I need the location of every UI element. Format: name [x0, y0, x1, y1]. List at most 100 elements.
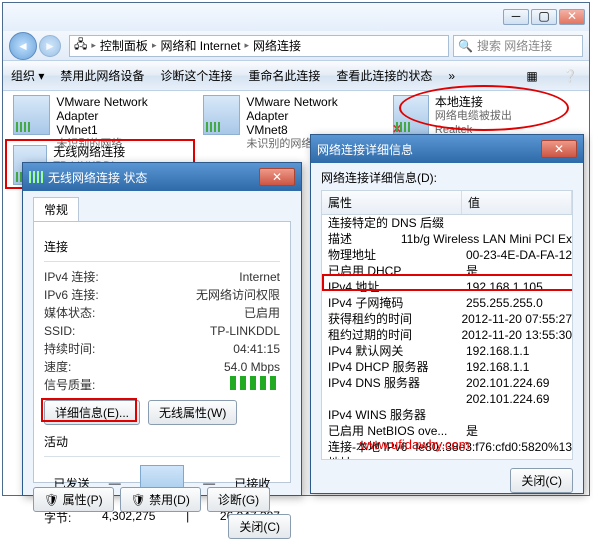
label: IPv6 连接:	[44, 286, 99, 304]
property-value	[462, 407, 572, 423]
more-button[interactable]: »	[448, 69, 455, 83]
adapter-sub: VMnet1	[56, 123, 183, 137]
search-placeholder: 搜索 网络连接	[477, 37, 552, 54]
tab-general[interactable]: 常规	[33, 197, 79, 221]
value: 无网络访问权限	[196, 286, 280, 304]
section-heading: 活动	[44, 433, 280, 450]
table-row[interactable]: 描述11b/g Wireless LAN Mini PCI Ex	[322, 231, 572, 247]
table-row[interactable]: IPv4 默认网关192.168.1.1	[322, 343, 572, 359]
value: 04:41:15	[233, 340, 280, 358]
property-value: 192.168.1.1	[462, 359, 572, 375]
nav-bar: ◄ ► 🖧 ▸ 控制面板 ▸ 网络和 Internet ▸ 网络连接 🔍 搜索 …	[3, 31, 589, 61]
table-row[interactable]: IPv4 DNS 服务器202.101.224.69	[322, 375, 572, 391]
annotation-highlight	[41, 398, 137, 422]
signal-icon	[29, 171, 43, 183]
help-icon[interactable]: ❔	[559, 65, 581, 87]
signal-bars-icon	[230, 376, 280, 390]
folder-icon: 🖧	[74, 35, 87, 56]
table-row[interactable]: 连接特定的 DNS 后缀	[322, 215, 572, 231]
property-key: 描述	[322, 231, 397, 247]
value: 54.0 Mbps	[224, 358, 280, 376]
breadcrumb-item[interactable]: 网络连接	[253, 37, 301, 54]
wireless-props-button[interactable]: 无线属性(W)	[148, 400, 237, 425]
property-key: 获得租约的时间	[322, 311, 457, 327]
table-row[interactable]: 物理地址00-23-4E-DA-FA-12	[322, 247, 572, 263]
label: 持续时间:	[44, 340, 95, 358]
view-icon[interactable]: ▦	[521, 65, 543, 87]
property-key: IPv4 DNS 服务器	[322, 375, 462, 391]
close-button[interactable]: ✕	[541, 140, 577, 158]
search-input[interactable]: 🔍 搜索 网络连接	[453, 35, 583, 57]
maximize-button[interactable]: ▢	[531, 9, 557, 25]
property-key: IPv4 默认网关	[322, 343, 462, 359]
value: 已启用	[244, 304, 280, 322]
annotation-highlight	[322, 274, 573, 291]
property-value	[462, 215, 572, 231]
dialog-title: 无线网络连接 状态	[48, 169, 147, 186]
section-heading: 连接	[44, 238, 280, 255]
chevron-right-icon: ▸	[152, 40, 157, 51]
property-key: 连接特定的 DNS 后缀	[322, 215, 462, 231]
adapter-name: VMware Network Adapter	[56, 95, 183, 123]
close-button[interactable]: ✕	[259, 168, 295, 186]
dialog-title: 网络连接详细信息	[317, 141, 413, 158]
forward-button[interactable]: ►	[39, 35, 61, 57]
table-row[interactable]: 租约过期的时间2012-11-20 13:55:30	[322, 327, 572, 343]
table-row[interactable]: IPv4 子网掩码255.255.255.0	[322, 295, 572, 311]
search-icon: 🔍	[458, 39, 473, 53]
chevron-right-icon: ▸	[91, 40, 96, 51]
property-key: IPv4 DHCP 服务器	[322, 359, 462, 375]
value: TP-LINKDDL	[210, 322, 280, 340]
rename-button[interactable]: 重命名此连接	[248, 67, 320, 84]
annotation-highlight	[399, 85, 569, 131]
property-key: IPv4 子网掩码	[322, 295, 462, 311]
dialog-titlebar: 网络连接详细信息 ✕	[311, 135, 583, 163]
minimize-button[interactable]: ─	[503, 9, 529, 25]
table-row[interactable]: IPv4 DHCP 服务器192.168.1.1	[322, 359, 572, 375]
value: Internet	[239, 268, 280, 286]
property-key	[322, 391, 462, 407]
label: 媒体状态:	[44, 304, 95, 322]
property-value: 202.101.224.69	[462, 375, 572, 391]
property-value: 是	[462, 423, 572, 439]
column-header[interactable]: 值	[462, 191, 572, 214]
adapter-name: VMware Network Adapter	[246, 95, 373, 123]
property-value: 11b/g Wireless LAN Mini PCI Ex	[397, 231, 572, 247]
table-row[interactable]: 202.101.224.69	[322, 391, 572, 407]
back-button[interactable]: ◄	[9, 32, 37, 60]
property-value: 00-23-4E-DA-FA-12	[462, 247, 572, 263]
label: SSID:	[44, 322, 75, 340]
close-button[interactable]: 关闭(C)	[228, 514, 291, 539]
details-heading: 网络连接详细信息(D):	[321, 169, 573, 186]
breadcrumb[interactable]: 🖧 ▸ 控制面板 ▸ 网络和 Internet ▸ 网络连接	[69, 35, 449, 57]
breadcrumb-item[interactable]: 网络和 Internet	[160, 37, 240, 54]
breadcrumb-item[interactable]: 控制面板	[100, 37, 148, 54]
watermark: www.ufidawhy.com	[360, 437, 470, 452]
status-dialog: 无线网络连接 状态 ✕ 常规 连接 IPv4 连接: Internet IPv6 …	[22, 162, 302, 496]
diagnose-button[interactable]: 诊断这个连接	[160, 67, 232, 84]
close-button[interactable]: 关闭(C)	[510, 468, 573, 493]
property-key: IPv4 WINS 服务器	[322, 407, 462, 423]
disable-device-button[interactable]: 禁用此网络设备	[60, 67, 144, 84]
details-listview[interactable]: 属性 值 连接特定的 DNS 后缀描述11b/g Wireless LAN Mi…	[321, 190, 573, 460]
label: IPv4 连接:	[44, 268, 99, 286]
property-value: 2012-11-20 07:55:27	[457, 311, 572, 327]
chevron-right-icon: ▸	[245, 40, 250, 51]
close-button[interactable]: ✕	[559, 9, 585, 25]
dialog-titlebar: 无线网络连接 状态 ✕	[23, 163, 301, 191]
adapter-icon	[203, 95, 240, 135]
table-row[interactable]: 获得租约的时间2012-11-20 07:55:27	[322, 311, 572, 327]
table-row[interactable]: IPv4 WINS 服务器	[322, 407, 572, 423]
view-status-button[interactable]: 查看此连接的状态	[336, 67, 432, 84]
property-value: 2012-11-20 13:55:30	[457, 327, 572, 343]
column-header[interactable]: 属性	[322, 191, 462, 214]
titlebar: ─ ▢ ✕	[3, 3, 589, 31]
property-value: 202.101.224.69	[462, 391, 572, 407]
property-value: 255.255.255.0	[462, 295, 572, 311]
property-value: 192.168.1.1	[462, 343, 572, 359]
label: 信号质量:	[44, 376, 95, 394]
property-key: 租约过期的时间	[322, 327, 457, 343]
label: 速度:	[44, 358, 71, 376]
organize-menu[interactable]: 组织 ▾	[11, 67, 44, 84]
property-key: 物理地址	[322, 247, 462, 263]
